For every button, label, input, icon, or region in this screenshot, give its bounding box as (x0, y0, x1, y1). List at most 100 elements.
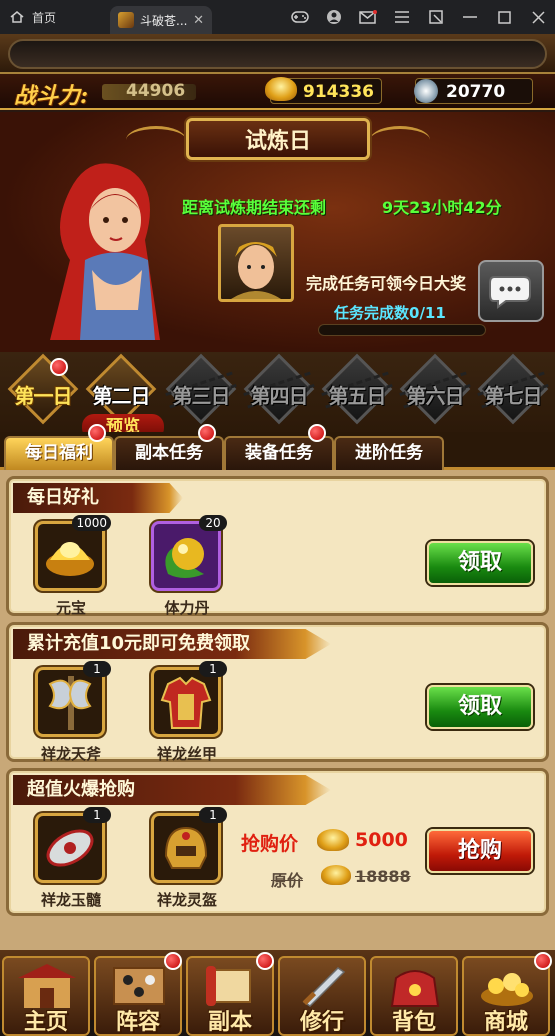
notify-dot (50, 358, 68, 376)
item-name: 祥龙玉髓 (40, 891, 101, 909)
power-label: 战斗力: (14, 83, 89, 109)
day-tab-label: 第一日 (14, 384, 73, 408)
heroine-illustration (50, 163, 160, 340)
claim-daily-button[interactable]: 领取 (427, 541, 533, 585)
original-price-value: 18888 (355, 867, 411, 886)
chat-button[interactable] (478, 260, 544, 322)
day-tab-label: 第五日 (328, 384, 387, 408)
reward-item[interactable]: 1000 元宝 (35, 515, 111, 621)
tab-advance-tasks[interactable]: 进阶任务 (334, 436, 444, 470)
panel-title: 每日好礼 (13, 483, 183, 513)
item-count: 1000 (72, 515, 111, 531)
item-count: 1 (199, 807, 227, 823)
close-icon[interactable] (521, 0, 555, 34)
day-tab-label: 第三日 (172, 384, 231, 408)
gold-ingot-icon (265, 77, 297, 101)
minimize-icon[interactable] (453, 0, 487, 34)
ornament-right (370, 126, 430, 154)
reward-item[interactable]: 1 祥龙玉髓 (35, 807, 111, 913)
trial-banner: 试炼日 距离试炼期结束还剩 9天23小时42分 完成任务可领今日大奖 任务完成数… (0, 112, 555, 352)
nav-label: 商城 (483, 1010, 528, 1035)
nav-home[interactable]: 主页 (2, 956, 90, 1036)
sword-icon (302, 967, 346, 1007)
game-favicon (118, 12, 134, 28)
item-count: 20 (199, 515, 227, 531)
item-count: 1 (199, 661, 227, 677)
reward-item[interactable]: 1 祥龙丝甲 (151, 661, 227, 767)
item-name: 祥龙灵盔 (156, 891, 217, 909)
countdown-value: 9天23小时42分 (382, 198, 502, 217)
notify-dot (256, 952, 274, 970)
day-tabs: 第一日 第二日 预览 第三日 第四日 第五日 第六日 第七日 (0, 352, 555, 440)
panel-title: 超值火爆抢购 (13, 775, 331, 805)
gold-ingot-icon (317, 829, 349, 851)
reward-item[interactable]: 1 祥龙灵盔 (151, 807, 227, 913)
nav-bag[interactable]: 背包 (370, 956, 458, 1036)
gold-value: 914336 (303, 82, 374, 102)
reward-item[interactable]: 1 祥龙天斧 (35, 661, 111, 767)
gamepad-icon[interactable] (283, 0, 317, 34)
home-tab-label: 首页 (32, 10, 57, 25)
helmet-icon (151, 813, 221, 883)
home-tab[interactable]: 首页 (0, 0, 110, 34)
gold-ingot-icon (321, 865, 351, 885)
palace-icon (18, 964, 76, 1008)
hero-face-icon (231, 242, 281, 299)
day-tab-3[interactable]: 第三日 (162, 352, 240, 430)
day-tab-5[interactable]: 第五日 (318, 352, 396, 430)
home-icon (10, 11, 24, 23)
nav-label: 阵容 (115, 1010, 160, 1035)
tab-close-icon[interactable]: ✕ (193, 13, 204, 28)
daily-gift-panel: 每日好礼 1000 元宝 20 体力丹 领取 (6, 476, 549, 617)
formation-icon (113, 967, 165, 1005)
banner-title: 试炼日 (186, 118, 370, 160)
notify-dot (308, 424, 326, 442)
day-tab-7[interactable]: 第七日 (474, 352, 552, 430)
armor-icon (151, 667, 221, 737)
stats-bar: 战斗力: 44906 914336 20770 (0, 74, 555, 110)
menu-icon[interactable] (385, 0, 419, 34)
day-tab-label: 第六日 (406, 384, 465, 408)
day-tab-4[interactable]: 第四日 (240, 352, 318, 430)
buy-button[interactable]: 抢购 (427, 829, 533, 873)
notify-dot (164, 952, 182, 970)
axe-icon (35, 667, 105, 737)
game-tab-title: 斗破苍... (140, 13, 188, 28)
jade-icon (35, 813, 105, 883)
nav-label: 主页 (23, 1010, 68, 1035)
stamina-pill-icon (151, 521, 221, 591)
item-name: 体力丹 (164, 599, 210, 617)
gold-counter[interactable]: 914336 (265, 77, 382, 104)
panel-title: 累计充值10元即可免费领取 (13, 629, 331, 659)
pin-icon[interactable] (419, 0, 453, 34)
reward-hero-portrait[interactable] (218, 224, 294, 302)
nav-label: 副本 (207, 1010, 252, 1035)
power-value: 44906 (126, 81, 186, 101)
gold-ingot-icon (35, 521, 105, 591)
bottom-nav: 主页 阵容 副本 修行 背包 商城 (0, 950, 555, 1036)
task-progress-bar (318, 324, 486, 336)
game-tab[interactable]: 斗破苍... ✕ (110, 6, 212, 34)
silver-counter[interactable]: 20770 (414, 78, 533, 104)
day-tab-1[interactable]: 第一日 (4, 352, 82, 430)
item-count: 1 (83, 661, 111, 677)
item-count: 1 (83, 807, 111, 823)
task-progress-label: 任务完成数0/11 (334, 304, 446, 322)
reward-item[interactable]: 20 体力丹 (151, 515, 227, 621)
silver-value: 20770 (446, 82, 506, 102)
chat-bubble-icon (489, 276, 531, 309)
sale-price-label: 抢购价 (241, 833, 299, 855)
bag-icon (390, 970, 440, 1007)
notice-slot (8, 39, 547, 69)
treasure-icon (481, 973, 533, 1006)
notify-dot (198, 424, 216, 442)
silver-coin-icon (414, 79, 438, 103)
scroll-icon (206, 966, 251, 1006)
claim-recharge-button[interactable]: 领取 (427, 685, 533, 729)
user-icon[interactable] (317, 0, 351, 34)
day-tab-6[interactable]: 第六日 (396, 352, 474, 430)
maximize-icon[interactable] (487, 0, 521, 34)
mail-icon[interactable] (351, 0, 385, 34)
flash-sale-panel: 超值火爆抢购 1 祥龙玉髓 1 祥龙灵盔 抢购价 5000 原价 18888 抢… (6, 768, 549, 916)
nav-training[interactable]: 修行 (278, 956, 366, 1036)
